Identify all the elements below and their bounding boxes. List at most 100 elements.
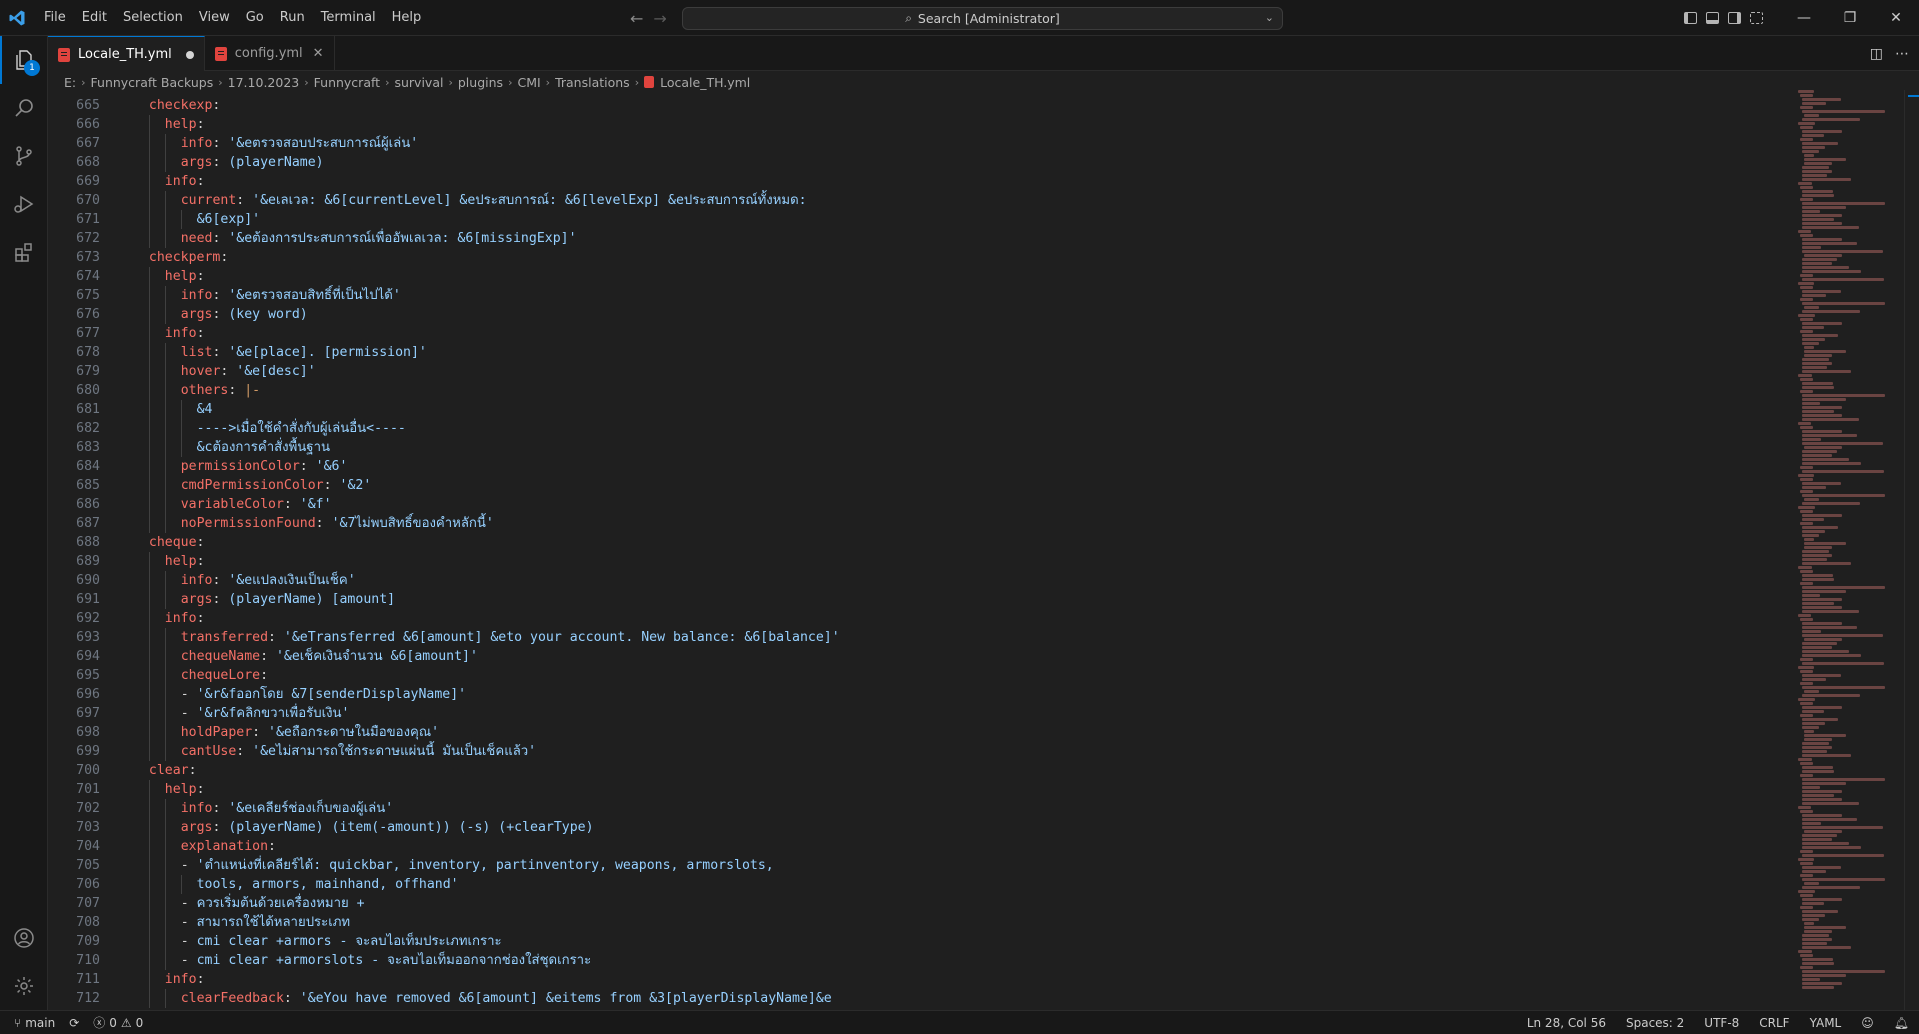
code-line[interactable]: 666 help: — [48, 115, 1788, 134]
code-line[interactable]: 673 checkperm: — [48, 248, 1788, 267]
breadcrumb-item[interactable]: 17.10.2023 — [228, 75, 300, 90]
code-line[interactable]: 698 holdPaper: '&eถือกระดาษในมือของคุณ' — [48, 723, 1788, 742]
minimize-icon[interactable]: — — [1781, 0, 1827, 36]
code-line[interactable]: 679 hover: '&e[desc]' — [48, 362, 1788, 381]
chevron-down-icon[interactable]: ⌄ — [1265, 11, 1274, 24]
unsaved-dot-icon[interactable] — [185, 50, 194, 59]
code-line[interactable]: 671 &6[exp]' — [48, 210, 1788, 229]
code-line[interactable]: 694 chequeName: '&eเช็คเงินจำนวน &6[amoun… — [48, 647, 1788, 666]
indentation[interactable]: Spaces: 2 — [1626, 1016, 1684, 1030]
toggle-secondary-sidebar-icon[interactable] — [1723, 0, 1745, 36]
code-line[interactable]: 711 info: — [48, 970, 1788, 989]
search-view-icon[interactable] — [0, 84, 48, 132]
encoding[interactable]: UTF-8 — [1704, 1016, 1739, 1030]
code-line[interactable]: 680 others: |- — [48, 381, 1788, 400]
code-line[interactable]: 672 need: '&eต้องการประสบการณ์เพื่ออัพเลเ… — [48, 229, 1788, 248]
minimap[interactable] — [1796, 90, 1896, 1010]
code-line[interactable]: 682 ---->เมื่อใช้คำสั่งกับผู้เล่นอื่น<---… — [48, 419, 1788, 438]
menu-item-help[interactable]: Help — [384, 0, 430, 36]
code-line[interactable]: 683 &cต้องการคำสั่งพื้นฐาน — [48, 438, 1788, 457]
code-line[interactable]: 704 explanation: — [48, 837, 1788, 856]
code-line[interactable]: 669 info: — [48, 172, 1788, 191]
breadcrumb-item[interactable]: plugins — [458, 75, 503, 90]
close-tab-icon[interactable]: ✕ — [313, 46, 324, 61]
accounts-icon[interactable] — [0, 914, 48, 962]
back-arrow-icon[interactable]: ← — [630, 9, 643, 28]
breadcrumb-item[interactable]: survival — [394, 75, 443, 90]
menu-item-run[interactable]: Run — [272, 0, 313, 36]
explorer-icon[interactable]: 1 — [0, 36, 48, 84]
split-editor-icon[interactable]: ◫ — [1870, 46, 1883, 62]
vertical-scrollbar[interactable] — [1904, 90, 1919, 1010]
code-line[interactable]: 686 variableColor: '&f' — [48, 495, 1788, 514]
code-line[interactable]: 670 current: '&eเลเวล: &6[currentLevel] &… — [48, 191, 1788, 210]
menu-item-terminal[interactable]: Terminal — [313, 0, 384, 36]
command-center-search[interactable]: ⌕ Search [Administrator] ⌄ — [682, 7, 1283, 30]
settings-gear-icon[interactable] — [0, 962, 48, 1010]
menu-item-selection[interactable]: Selection — [115, 0, 191, 36]
breadcrumb-item[interactable]: CMI — [517, 75, 540, 90]
code-line[interactable]: 703 args: (playerName) (item(-amount)) (-… — [48, 818, 1788, 837]
breadcrumb-item[interactable]: Translations — [555, 75, 630, 90]
code-line[interactable]: 692 info: — [48, 609, 1788, 628]
branch-indicator[interactable]: ⑂ main — [14, 1016, 55, 1030]
toggle-panel-icon[interactable] — [1701, 0, 1723, 36]
close-window-icon[interactable]: ✕ — [1873, 0, 1919, 36]
breadcrumb-item[interactable]: Funnycraft Backups — [91, 75, 214, 90]
code-line[interactable]: 706 tools, armors, mainhand, offhand' — [48, 875, 1788, 894]
code-line[interactable]: 687 noPermissionFound: '&7ไม่พบสิทธิ์ของค… — [48, 514, 1788, 533]
source-control-icon[interactable] — [0, 132, 48, 180]
end-of-line[interactable]: CRLF — [1759, 1016, 1789, 1030]
code-line[interactable]: 690 info: '&eแปลงเงินเป็นเช็ค' — [48, 571, 1788, 590]
code-line[interactable]: 676 args: (key word) — [48, 305, 1788, 324]
feedback-icon[interactable]: ☺ — [1861, 1016, 1874, 1030]
toggle-primary-sidebar-icon[interactable] — [1679, 0, 1701, 36]
code-line[interactable]: 712 clearFeedback: '&eYou have removed &6… — [48, 989, 1788, 1008]
sync-icon[interactable]: ⟳ — [69, 1016, 79, 1030]
code-line[interactable]: 708- สามารถใช้ได้หลายประเภท — [48, 913, 1788, 932]
tab-config[interactable]: config.yml ✕ — [205, 36, 335, 71]
menu-item-edit[interactable]: Edit — [74, 0, 115, 36]
more-actions-icon[interactable]: ⋯ — [1895, 46, 1909, 62]
code-line[interactable]: 707- ควรเริ่มต้นด้วยเครื่องหมาย + — [48, 894, 1788, 913]
code-line[interactable]: 678 list: '&e[place]. [permission]' — [48, 343, 1788, 362]
code-line[interactable]: 677 info: — [48, 324, 1788, 343]
breadcrumb-item[interactable]: E: — [64, 75, 76, 90]
code-line[interactable]: 689 help: — [48, 552, 1788, 571]
code-line[interactable]: 699 cantUse: '&eไม่สามารถใช้กระดาษแผ่นนี้… — [48, 742, 1788, 761]
code-line[interactable]: 710- cmi clear +armorslots - จะลบไอเท็มอ… — [48, 951, 1788, 970]
restore-icon[interactable]: ❐ — [1827, 0, 1873, 36]
breadcrumb-item[interactable]: Locale_TH.yml — [660, 75, 750, 90]
run-debug-icon[interactable] — [0, 180, 48, 228]
code-line[interactable]: 709- cmi clear +armors - จะลบไอเท็มประเภ… — [48, 932, 1788, 951]
code-line[interactable]: 667 info: '&eตรวจสอบประสบการณ์ผู้เล่น' — [48, 134, 1788, 153]
menu-item-go[interactable]: Go — [238, 0, 272, 36]
customize-layout-icon[interactable] — [1745, 0, 1767, 36]
code-line[interactable]: 681 &4 — [48, 400, 1788, 419]
code-line[interactable]: 701 help: — [48, 780, 1788, 799]
code-line[interactable]: 691 args: (playerName) [amount] — [48, 590, 1788, 609]
forward-arrow-icon[interactable]: → — [653, 9, 666, 28]
code-line[interactable]: 668 args: (playerName) — [48, 153, 1788, 172]
problems-indicator[interactable]: ⓧ 0 ⚠ 0 — [93, 1014, 143, 1031]
code-line[interactable]: 685 cmdPermissionColor: '&2' — [48, 476, 1788, 495]
code-line[interactable]: 675 info: '&eตรวจสอบสิทธิ์ที่เป็นไปได้' — [48, 286, 1788, 305]
menu-item-view[interactable]: View — [191, 0, 238, 36]
breadcrumb-item[interactable]: Funnycraft — [314, 75, 380, 90]
code-line[interactable]: 697- '&r&fคลิกขวาเพื่อรับเงิน' — [48, 704, 1788, 723]
code-line[interactable]: 688 cheque: — [48, 533, 1788, 552]
language-mode[interactable]: YAML — [1810, 1016, 1842, 1030]
code-line[interactable]: 684 permissionColor: '&6' — [48, 457, 1788, 476]
code-line[interactable]: 674 help: — [48, 267, 1788, 286]
code-line[interactable]: 696- '&r&fออกโดย &7[senderDisplayName]' — [48, 685, 1788, 704]
code-line[interactable]: 693 transferred: '&eTransferred &6[amount… — [48, 628, 1788, 647]
notifications-bell-icon[interactable]: 🔔︎ — [1894, 1016, 1909, 1030]
tab-locale-th[interactable]: Locale_TH.yml — [48, 36, 205, 72]
code-line[interactable]: 702 info: '&eเคลียร์ช่องเก็บของผู้เล่น' — [48, 799, 1788, 818]
extensions-icon[interactable] — [0, 228, 48, 276]
code-line[interactable]: 665 checkexp: — [48, 96, 1788, 115]
code-line[interactable]: 695 chequeLore: — [48, 666, 1788, 685]
code-line[interactable]: 705- 'ตำแหน่งที่เคลียร์ได้: quickbar, in… — [48, 856, 1788, 875]
code-editor[interactable]: 665 checkexp: 666 help: 667 info: '&eตรวจสอบป… — [48, 96, 1788, 1010]
cursor-position[interactable]: Ln 28, Col 56 — [1527, 1016, 1606, 1030]
